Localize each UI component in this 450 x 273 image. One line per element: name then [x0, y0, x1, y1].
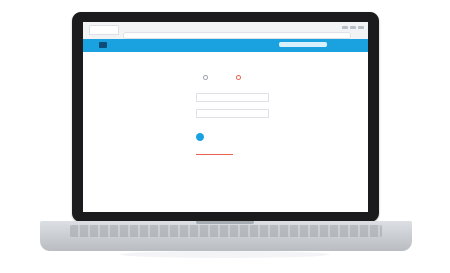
- radio-circle-selected-icon: [236, 75, 241, 80]
- tab-right[interactable]: [234, 148, 269, 155]
- laptop-shadow: [120, 251, 330, 258]
- cta-option[interactable]: [196, 132, 269, 142]
- tab-left[interactable]: [196, 148, 233, 155]
- browser-chrome: [83, 22, 368, 40]
- cta-dot-icon: [196, 133, 204, 141]
- window-control-maximize[interactable]: [350, 26, 356, 29]
- top-nav-search[interactable]: [279, 42, 327, 47]
- window-control-minimize[interactable]: [342, 26, 348, 29]
- address-bar[interactable]: [123, 32, 351, 39]
- window-control-close[interactable]: [358, 26, 364, 29]
- form-field-1[interactable]: [196, 93, 269, 102]
- browser-tab[interactable]: [89, 25, 119, 35]
- brand-logo-icon[interactable]: [99, 42, 107, 48]
- laptop-keyboard: [70, 225, 382, 237]
- page-body: [83, 52, 368, 212]
- laptop-hinge: [196, 221, 254, 224]
- radio-circle-icon: [203, 75, 208, 80]
- form-field-2[interactable]: [196, 109, 269, 118]
- tab-left-underline: [196, 154, 233, 155]
- laptop-screen: [83, 22, 368, 212]
- app-top-bar: [83, 39, 368, 52]
